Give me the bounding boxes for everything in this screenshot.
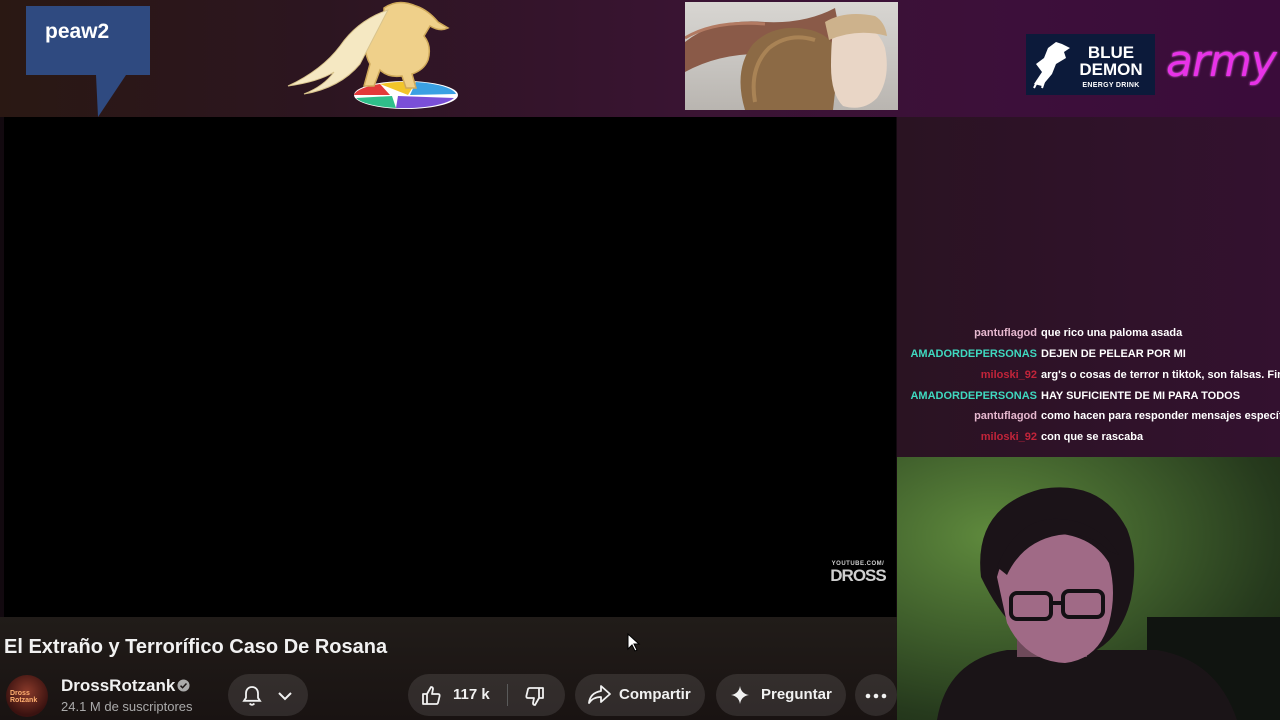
ask-label: Preguntar	[761, 686, 832, 703]
subscriber-count: 24.1 M de suscriptores	[61, 699, 193, 714]
chat-message: pantuflagod que rico una paloma asada	[897, 327, 1280, 347]
chat-text: DEJEN DE PELEAR POR MI	[1041, 348, 1186, 360]
thumbs-down-icon	[525, 687, 544, 706]
meme-photo	[685, 2, 898, 110]
thumbs-up-icon	[422, 686, 441, 705]
chat-message: miloski_92 con que se rascaba	[897, 431, 1280, 451]
mouse-cursor-icon	[627, 633, 641, 652]
video-player[interactable]: YOUTUBE.COM/ DROSS	[4, 117, 896, 617]
channel-avatar[interactable]: Dross Rotzank	[6, 675, 48, 717]
speech-bubble: peaw2	[26, 6, 150, 75]
live-chat-overlay: pantuflagod que rico una paloma asada AM…	[897, 117, 1280, 457]
streamer-silhouette	[937, 487, 1280, 720]
sparkle-icon	[731, 686, 749, 704]
chat-text: con que se rascaba	[1041, 431, 1144, 443]
chat-text: HAY SUFICIENTE DE MI PARA TODOS	[1041, 390, 1241, 402]
chat-message: AMADORDEPERSONAS HAY SUFICIENTE DE MI PA…	[897, 390, 1280, 410]
chat-username: pantuflagod	[974, 327, 1037, 339]
army-label: army	[1166, 36, 1277, 87]
like-dislike-group: 117 k	[408, 674, 565, 716]
avatar-text: Dross Rotzank	[10, 690, 38, 704]
like-count: 117 k	[453, 686, 490, 703]
chat-text: que rico una paloma asada	[1041, 327, 1183, 339]
share-button[interactable]: Compartir	[575, 674, 705, 716]
stream-overlay-banner: peaw2 BLUE DEMON ENERGY DRINK army	[0, 0, 1280, 117]
share-label: Compartir	[619, 686, 691, 703]
share-arrow-icon	[588, 685, 611, 704]
dislike-button[interactable]	[508, 674, 565, 716]
more-dots-icon	[865, 693, 887, 699]
ask-button[interactable]: Preguntar	[716, 674, 846, 716]
chevron-down-icon	[278, 692, 292, 701]
chat-message: AMADORDEPERSONAS DEJEN DE PELEAR POR MI	[897, 348, 1280, 368]
like-button[interactable]: 117 k	[408, 674, 507, 716]
channel-watermark: YOUTUBE.COM/ DROSS	[830, 561, 886, 591]
chat-username: miloski_92	[980, 369, 1037, 381]
chat-text: como hacen para responder mensajes espec…	[1041, 410, 1280, 422]
video-title: El Extraño y Terrorífico Caso De Rosana	[4, 636, 388, 658]
chat-username: pantuflagod	[974, 410, 1037, 422]
chat-message: pantuflagod como hacen para responder me…	[897, 410, 1280, 430]
sponsor-name: BLUE DEMON	[1079, 43, 1143, 79]
bell-icon	[242, 686, 262, 706]
sponsor-subtitle: ENERGY DRINK	[1082, 82, 1140, 89]
watermark-logo: DROSS	[830, 566, 886, 585]
streamer-webcam	[897, 457, 1280, 720]
channel-name[interactable]: DrossRotzank	[61, 676, 175, 696]
chat-username: AMADORDEPERSONAS	[910, 390, 1037, 402]
notification-subscription-button[interactable]	[228, 674, 308, 716]
speech-bubble-text: peaw2	[45, 20, 110, 43]
speech-bubble-tail	[96, 75, 126, 117]
more-actions-button[interactable]	[855, 674, 897, 716]
dancing-horse-image	[287, 1, 458, 109]
verified-badge-icon	[177, 679, 190, 692]
chat-message: miloski_92 arg's o cosas de terror n tik…	[897, 369, 1280, 389]
chat-text: arg's o cosas de terror n tiktok, son fa…	[1041, 369, 1280, 381]
chat-username: miloski_92	[980, 431, 1037, 443]
chat-username: AMADORDEPERSONAS	[910, 348, 1037, 360]
